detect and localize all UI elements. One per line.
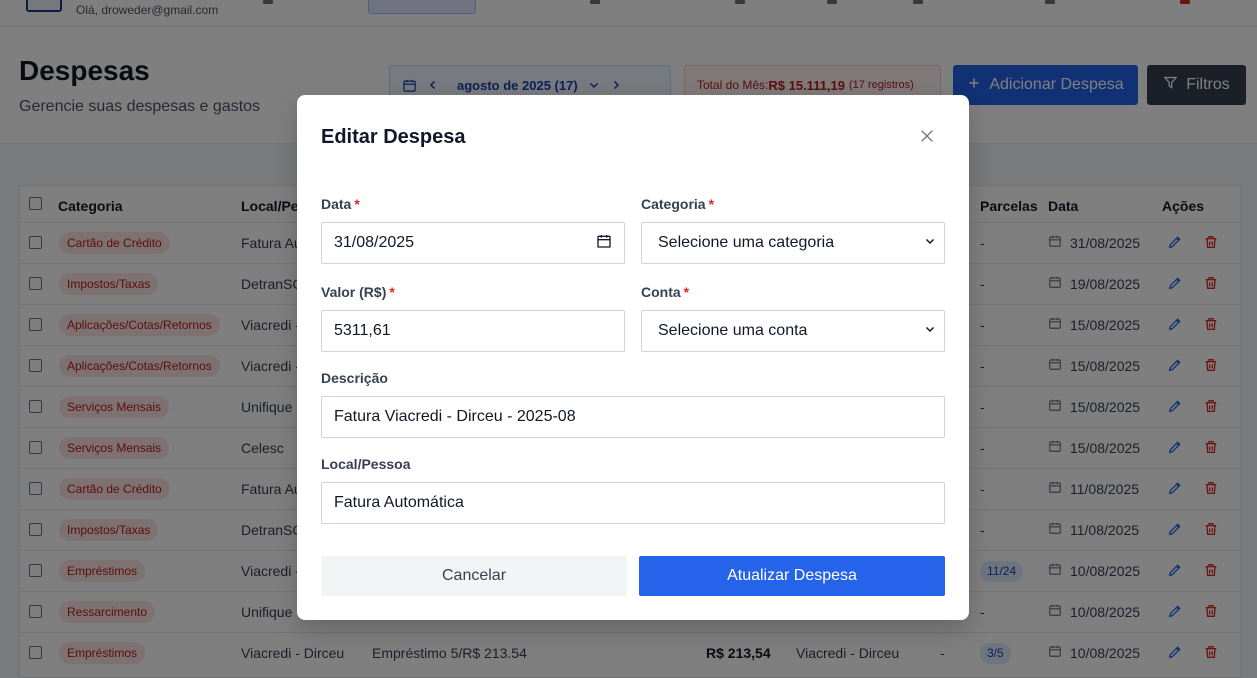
descricao-value: Fatura Viacredi - Dirceu - 2025-08: [334, 408, 576, 425]
local-value: Fatura Automática: [334, 494, 464, 511]
required-mark: *: [389, 284, 395, 300]
conta-select[interactable]: Selecione uma conta: [641, 310, 945, 352]
local-field-label: Local/Pessoa: [321, 456, 411, 472]
conta-selected-value: Selecione uma conta: [658, 322, 808, 339]
categoria-select[interactable]: Selecione uma categoria: [641, 222, 945, 264]
close-icon[interactable]: [919, 128, 935, 144]
required-mark: *: [354, 196, 360, 212]
conta-label-text: Conta: [641, 284, 681, 300]
categoria-field-label: Categoria *: [641, 196, 714, 212]
date-value: 31/08/2025: [334, 234, 415, 251]
required-mark: *: [683, 284, 690, 300]
chevron-down-icon: [924, 234, 936, 252]
local-input[interactable]: Fatura Automática: [321, 482, 945, 524]
chevron-down-icon: [924, 322, 936, 340]
valor-label-text: Valor (R$): [321, 284, 387, 300]
required-mark: *: [708, 196, 715, 212]
descricao-input[interactable]: Fatura Viacredi - Dirceu - 2025-08: [321, 396, 945, 438]
calendar-picker-icon[interactable]: [596, 233, 612, 254]
valor-value: 5311,61: [334, 322, 391, 339]
categoria-selected-value: Selecione uma categoria: [658, 234, 835, 251]
data-field-label: Data *: [321, 196, 360, 212]
valor-input[interactable]: 5311,61: [321, 310, 625, 352]
edit-expense-modal: Editar Despesa Data * 31/08/2025 Categori…: [297, 95, 969, 620]
data-label-text: Data: [321, 196, 352, 212]
update-expense-button[interactable]: Atualizar Despesa: [639, 556, 945, 596]
cancel-button[interactable]: Cancelar: [321, 556, 627, 596]
conta-field-label: Conta *: [641, 284, 689, 300]
date-input[interactable]: 31/08/2025: [321, 222, 625, 264]
descricao-field-label: Descrição: [321, 370, 388, 386]
modal-title: Editar Despesa: [321, 126, 466, 148]
valor-field-label: Valor (R$) *: [321, 284, 395, 300]
categoria-label-text: Categoria: [641, 196, 706, 212]
